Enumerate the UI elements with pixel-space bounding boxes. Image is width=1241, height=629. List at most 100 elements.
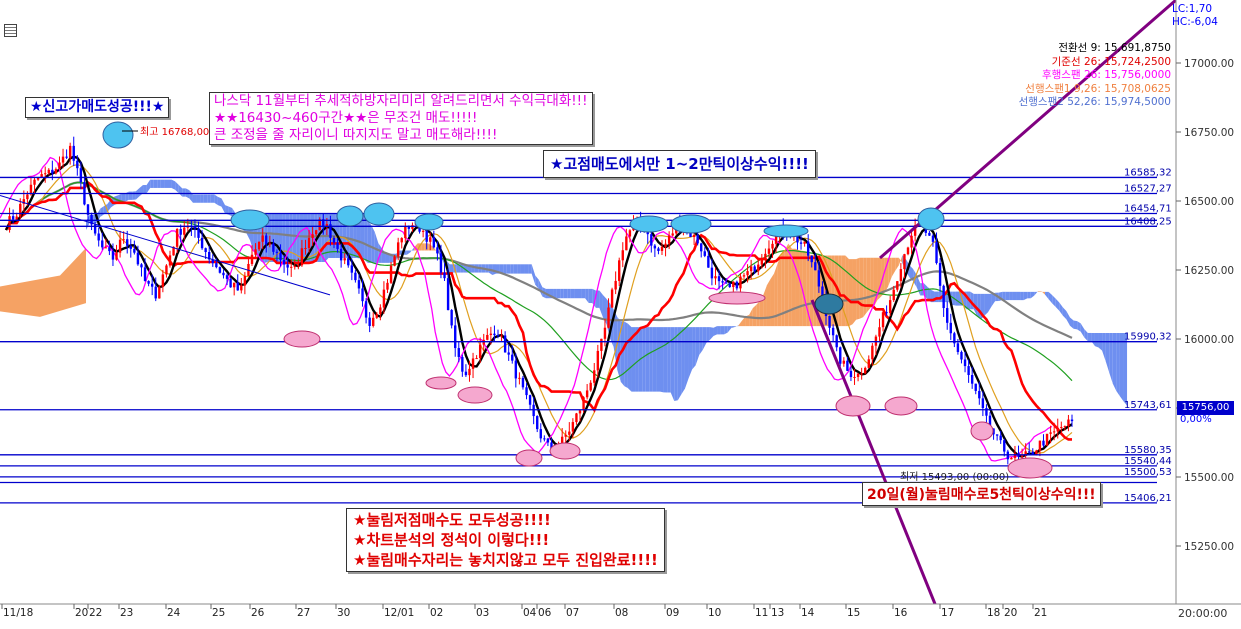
cloud-segment xyxy=(168,179,172,188)
candle-body xyxy=(439,253,443,273)
candle-body xyxy=(928,232,931,236)
candle-body xyxy=(568,431,571,435)
cloud-segment xyxy=(977,293,981,320)
candle-body xyxy=(286,264,289,268)
candle-body xyxy=(354,272,357,281)
candle-body xyxy=(357,280,361,289)
cloud-segment xyxy=(157,179,161,188)
pivot-top-marker xyxy=(230,209,270,231)
candle-body xyxy=(814,262,817,271)
cloud-segment xyxy=(1016,291,1021,301)
candle-body xyxy=(721,281,724,283)
candle-body xyxy=(564,434,567,437)
cloud-segment xyxy=(210,194,215,203)
candle-body xyxy=(853,376,856,378)
candle-body xyxy=(1013,453,1017,458)
candle-body xyxy=(963,359,967,367)
candle-body xyxy=(54,169,58,174)
candle-body xyxy=(732,281,735,288)
candle-body xyxy=(867,359,870,368)
current-price-tag: 15756,00 xyxy=(1177,401,1234,415)
candle-body xyxy=(628,230,632,237)
pivot-bottom-marker xyxy=(835,395,871,417)
pivot-bottom-marker xyxy=(884,396,918,416)
level-label: 15500,53 xyxy=(1124,467,1172,478)
x-tick-label: 17 xyxy=(941,607,954,619)
pivot-bottom-marker xyxy=(970,421,994,441)
candle-body xyxy=(521,377,525,388)
cloud-segment xyxy=(681,327,685,395)
candle-body xyxy=(692,234,696,238)
candle-body xyxy=(225,275,229,279)
level-label: 15540,44 xyxy=(1124,456,1172,467)
candle-body xyxy=(486,334,489,340)
y-tick-label: 16500.00 xyxy=(1184,196,1234,208)
candle-body xyxy=(910,235,913,248)
cloud-segment xyxy=(1123,332,1128,406)
y-tick-label: 15500.00 xyxy=(1184,472,1234,484)
candle-body xyxy=(525,387,528,396)
candle-body xyxy=(425,230,428,242)
candle-body xyxy=(450,310,453,326)
candle-body xyxy=(261,235,264,242)
candle-body xyxy=(464,371,468,376)
x-tick-label: 11 xyxy=(755,607,768,619)
cloud-segment xyxy=(984,293,988,316)
pivot-bottom-marker xyxy=(425,376,457,390)
candle-body xyxy=(700,243,703,252)
annotation-bottom-line3: ★눌림매수자리는 놓치지않고 모두 진입완료!!!! xyxy=(353,551,658,569)
candle-body xyxy=(304,248,307,250)
chart-menu-icon[interactable] xyxy=(4,24,17,37)
candle-body xyxy=(1052,431,1056,433)
x-tick-label: 26 xyxy=(251,607,265,619)
candle-body xyxy=(571,422,575,432)
x-tick-label: 09 xyxy=(666,607,679,619)
candle-body xyxy=(767,248,771,254)
candle-body xyxy=(478,344,482,359)
time-axis-label: 20:00:00 xyxy=(1178,607,1228,620)
cloud-segment xyxy=(859,257,864,319)
cloud-segment xyxy=(574,288,578,299)
candle-body xyxy=(475,358,478,360)
candle-body xyxy=(935,241,938,264)
candle-body xyxy=(849,370,853,378)
cloud-segment xyxy=(667,327,671,393)
candle-body xyxy=(735,281,739,289)
cloud-segment xyxy=(289,213,293,263)
candle-body xyxy=(436,247,439,254)
candle-body xyxy=(956,343,960,352)
candle-body xyxy=(293,266,296,268)
cloud-segment xyxy=(795,248,800,327)
cloud-segment xyxy=(845,255,849,327)
candle-body xyxy=(232,282,236,288)
candle-body xyxy=(899,269,903,282)
candle-body xyxy=(860,373,863,375)
annotation-new-high: ★신고가매도성공!!!★ xyxy=(25,97,170,118)
x-tick-label: 15 xyxy=(847,607,860,619)
candle-body xyxy=(892,289,895,301)
candle-body xyxy=(717,276,721,282)
x-tick-label: 23 xyxy=(120,607,133,619)
candle-body xyxy=(696,234,699,244)
candle-body xyxy=(461,356,464,372)
pivot-bottom-marker xyxy=(283,330,321,348)
candle-body xyxy=(129,245,132,249)
cloud-segment xyxy=(182,188,186,197)
legend-kijun: 기준선 26: 15,724,2500 xyxy=(1051,55,1171,68)
candle-body xyxy=(179,229,182,235)
candle-body xyxy=(161,274,165,287)
cloud-segment xyxy=(503,264,507,274)
candle-body xyxy=(749,266,753,272)
candle-body xyxy=(454,325,457,349)
candle-body xyxy=(147,281,150,284)
candle-body xyxy=(101,240,104,248)
candle-body xyxy=(65,156,68,158)
x-tick-label: 20 xyxy=(75,607,88,619)
candle-body xyxy=(108,247,111,252)
candle-body xyxy=(878,327,881,337)
legend-senkou-a: 선행스팬1 9,26: 15,708,0625 xyxy=(1025,82,1171,95)
annotation-new-high-text: ★신고가매도성공!!!★ xyxy=(30,99,165,115)
cloud-segment xyxy=(228,206,233,217)
cloud-segment xyxy=(848,259,853,327)
candle-body xyxy=(728,283,731,288)
